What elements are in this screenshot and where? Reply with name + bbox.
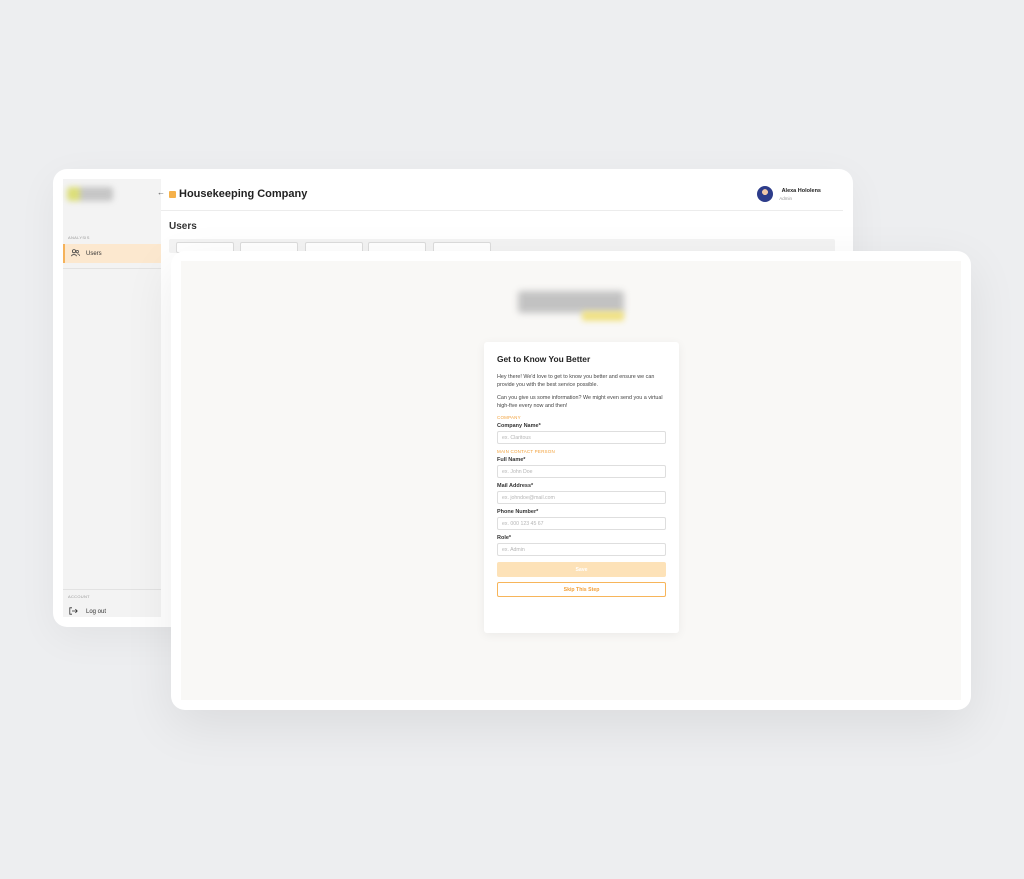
full-name-label: Full Name* [497,457,526,463]
sidebar-section-account: ACCOUNT [68,594,90,599]
topbar: ← Housekeeping Company Alexa Hololens Ad… [157,169,843,211]
full-name-input[interactable] [497,465,666,478]
intro-text: Can you give us some information? We mig… [497,395,663,409]
user-name: Alexa Hololens [781,188,821,194]
intro-text: Hey there! We'd love to get to know you … [497,374,655,388]
section-label-contact: MAIN CONTACT PERSON [497,449,555,454]
onboarding-form-card: Get to Know You Better Hey there! We'd l… [484,342,679,633]
onboarding-window: Get to Know You Better Hey there! We'd l… [171,251,971,710]
logout-icon [69,607,78,617]
save-button[interactable]: Save [497,562,666,577]
logout-button[interactable]: Log out [69,607,106,617]
divider [63,268,161,269]
sidebar: ANALYSIS Users ACCOUNT Log out [63,179,161,617]
company-title: Housekeeping Company [179,188,308,200]
avatar[interactable] [757,186,773,202]
company-name-label: Company Name* [497,423,541,429]
brand-logo [67,187,113,201]
sidebar-section-analysis: ANALYSIS [68,235,90,240]
onboarding-background: Get to Know You Better Hey there! We'd l… [181,261,961,700]
form-title: Get to Know You Better [497,354,591,364]
page-title: Users [169,221,197,232]
user-role: Admin [779,196,792,201]
sidebar-item-label: Users [86,250,102,257]
phone-input[interactable] [497,517,666,530]
mail-label: Mail Address* [497,483,534,489]
company-name-input[interactable] [497,431,666,444]
mail-input[interactable] [497,491,666,504]
logout-label: Log out [86,609,107,615]
company-badge-icon [169,191,176,198]
arrow-left-icon[interactable]: ← [157,188,165,197]
phone-label: Phone Number* [497,509,539,515]
role-input[interactable] [497,543,666,556]
sidebar-item-users[interactable]: Users [63,244,161,263]
divider [63,589,161,590]
section-label-company: COMPANY [497,415,521,420]
users-icon [71,248,80,259]
role-label: Role* [497,535,512,541]
skip-step-button[interactable]: Skip This Step [497,582,666,597]
brand-logo [518,291,624,321]
